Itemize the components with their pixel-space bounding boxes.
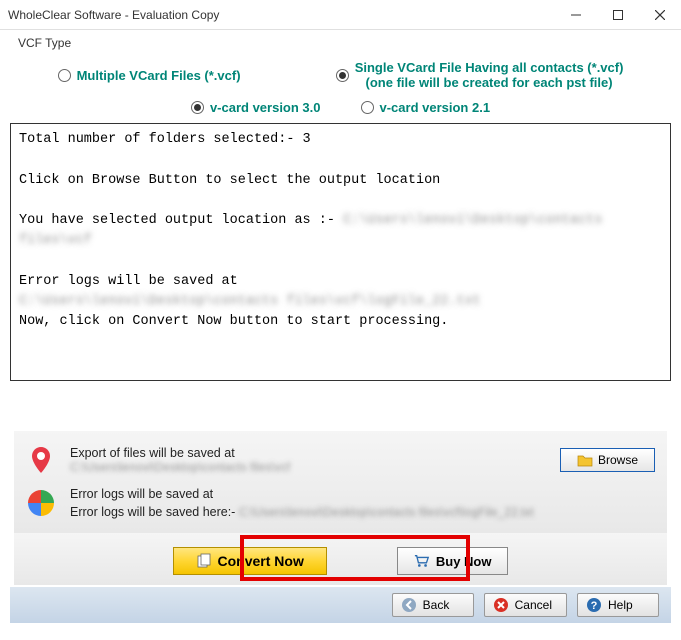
title-bar: WholeClear Software - Evaluation Copy — [0, 0, 681, 30]
log-line: Now, click on Convert Now button to star… — [19, 312, 662, 332]
folder-icon — [577, 452, 593, 468]
cancel-icon — [493, 597, 509, 613]
radio-icon — [191, 101, 204, 114]
export-panel: Export of files will be saved at C:\User… — [14, 431, 667, 533]
window-controls — [555, 0, 681, 30]
minimize-button[interactable] — [555, 0, 597, 30]
radio-icon — [58, 69, 71, 82]
radio-label: v-card version 2.1 — [380, 100, 491, 115]
error-log-label: Error logs will be saved at — [70, 487, 655, 501]
export-label: Export of files will be saved at — [70, 446, 546, 460]
browse-button[interactable]: Browse — [560, 448, 655, 472]
action-panel: Convert Now Buy Now — [14, 533, 667, 585]
export-path: C:\Users\lenovi\Desktop\contacts files\v… — [70, 460, 546, 474]
radio-label: v-card version 3.0 — [210, 100, 321, 115]
help-icon: ? — [586, 597, 602, 613]
button-label: Help — [608, 598, 633, 612]
svg-text:?: ? — [591, 600, 598, 612]
radio-label: Single VCard File Having all contacts (*… — [355, 60, 624, 75]
radio-multiple-vcard[interactable]: Multiple VCard Files (*.vcf) — [58, 68, 241, 83]
radio-icon — [361, 101, 374, 114]
convert-icon — [196, 553, 212, 569]
log-line: C:\Users\lenovi\Desktop\contacts files\v… — [19, 292, 662, 312]
location-pin-icon — [26, 445, 56, 475]
log-line: Total number of folders selected:- 3 — [19, 130, 662, 150]
cancel-button[interactable]: Cancel — [484, 593, 567, 617]
log-output: Total number of folders selected:- 3 Cli… — [10, 123, 671, 381]
help-button[interactable]: ? Help — [577, 593, 659, 617]
pie-chart-icon — [26, 488, 56, 518]
footer-buttons: Back Cancel ? Help — [10, 587, 671, 623]
error-log-path-line: Error logs will be saved here:- C:\Users… — [70, 505, 655, 519]
close-button[interactable] — [639, 0, 681, 30]
window-title: WholeClear Software - Evaluation Copy — [8, 8, 555, 22]
radio-vcard-v21[interactable]: v-card version 2.1 — [361, 100, 491, 115]
back-arrow-icon — [401, 597, 417, 613]
log-line: Error logs will be saved at — [19, 272, 662, 292]
radio-single-vcard[interactable]: Single VCard File Having all contacts (*… — [336, 60, 624, 90]
buy-now-button[interactable]: Buy Now — [397, 547, 509, 575]
button-label: Convert Now — [218, 553, 304, 569]
radio-sublabel: (one file will be created for each pst f… — [355, 75, 624, 90]
radio-icon — [336, 69, 349, 82]
button-label: Cancel — [515, 598, 552, 612]
button-label: Browse — [598, 453, 638, 467]
vcf-type-label: VCF Type — [10, 34, 671, 56]
maximize-button[interactable] — [597, 0, 639, 30]
cart-icon — [414, 553, 430, 569]
log-line: You have selected output location as :- … — [19, 211, 662, 252]
vcard-version-options: v-card version 3.0 v-card version 2.1 — [10, 94, 671, 123]
log-line: Click on Browse Button to select the out… — [19, 171, 662, 191]
button-label: Buy Now — [436, 554, 492, 569]
button-label: Back — [423, 598, 450, 612]
vcf-type-options: Multiple VCard Files (*.vcf) Single VCar… — [10, 56, 671, 94]
back-button[interactable]: Back — [392, 593, 474, 617]
convert-now-button[interactable]: Convert Now — [173, 547, 327, 575]
radio-vcard-v3[interactable]: v-card version 3.0 — [191, 100, 321, 115]
radio-label: Multiple VCard Files (*.vcf) — [77, 68, 241, 83]
